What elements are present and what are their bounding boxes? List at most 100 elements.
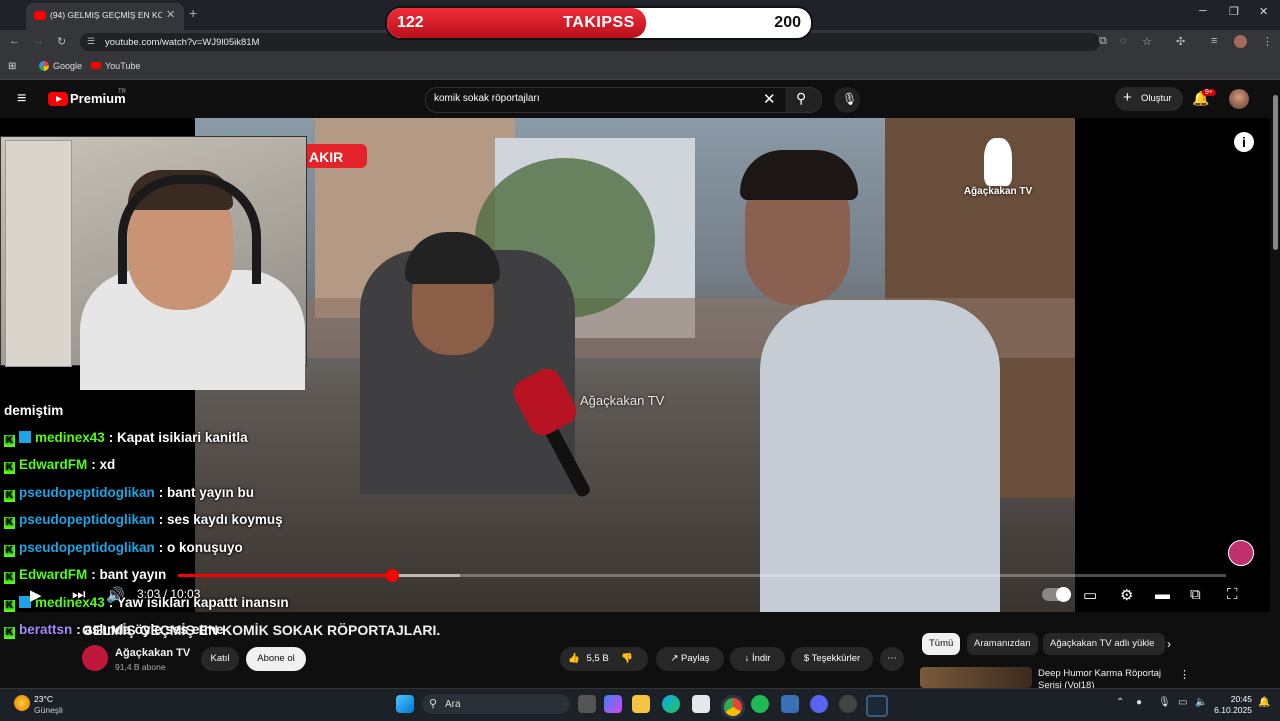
- play-icon[interactable]: ▶: [30, 586, 42, 604]
- edge-browser-icon[interactable]: [662, 695, 680, 713]
- file-explorer-icon[interactable]: [632, 695, 650, 713]
- menu-dots-icon[interactable]: ⋮: [1262, 35, 1273, 48]
- account-avatar[interactable]: [1229, 89, 1249, 109]
- subtitles-icon[interactable]: ▭: [1083, 586, 1097, 604]
- bookmark-google[interactable]: Google: [53, 61, 82, 71]
- chip-channel-uploads[interactable]: Ağaçkakan TV adlı yükle: [1043, 633, 1165, 655]
- hamburger-menu-icon[interactable]: ≡: [17, 90, 26, 108]
- youtube-logo-icon[interactable]: [48, 92, 68, 106]
- channel-name[interactable]: Ağaçkakan TV: [115, 647, 190, 659]
- reading-list-icon[interactable]: ≡: [1211, 35, 1217, 47]
- settings-gear-icon[interactable]: ⚙: [1120, 586, 1133, 604]
- eye-off-icon[interactable]: ◌: [1120, 35, 1127, 47]
- info-icon[interactable]: i: [1234, 132, 1254, 152]
- video-progress-bar[interactable]: [178, 569, 1226, 582]
- reload-icon[interactable]: ↻: [57, 35, 66, 48]
- recommendation-menu-icon[interactable]: ⋮: [1179, 668, 1190, 681]
- channel-branding-avatar[interactable]: [1228, 540, 1254, 566]
- tray-mic-icon[interactable]: 🎙: [1158, 697, 1171, 708]
- tray-chevron-icon[interactable]: ⌃: [1116, 697, 1124, 708]
- subscriber-count: 91,4 B abone: [115, 662, 166, 672]
- obs-icon[interactable]: [839, 695, 857, 713]
- discord-icon[interactable]: [810, 695, 828, 713]
- task-view-icon[interactable]: [578, 695, 596, 713]
- app-icon[interactable]: [781, 695, 799, 713]
- chat-message: Kpseudopeptidoglikan: ses kaydı koymuş: [4, 512, 283, 529]
- thanks-button[interactable]: $ Teşekkürler: [791, 647, 873, 671]
- weather-temperature: 23°C: [34, 694, 53, 704]
- windows-start-icon[interactable]: [396, 695, 414, 713]
- apps-grid-icon[interactable]: ⊞: [8, 61, 16, 72]
- download-button[interactable]: ↓ İndir: [730, 647, 785, 671]
- weather-sun-icon[interactable]: [14, 695, 30, 711]
- spotify-icon[interactable]: [751, 695, 769, 713]
- share-button[interactable]: ↗ Paylaş: [656, 647, 724, 671]
- kick-badge-icon: K: [4, 572, 15, 584]
- chrome-icon[interactable]: [721, 695, 745, 719]
- chat-username: EdwardFM: [19, 457, 88, 472]
- notification-center-icon[interactable]: 🔔: [1258, 697, 1270, 708]
- channel-watermark[interactable]: Ağaçkakan TV: [958, 138, 1038, 197]
- recommendation-thumbnail[interactable]: [920, 667, 1032, 688]
- chip-all[interactable]: Tümü: [922, 633, 961, 655]
- next-video-icon[interactable]: ⏭: [72, 586, 86, 603]
- maximize-icon[interactable]: ❐: [1229, 5, 1239, 18]
- share-label: Paylaş: [681, 653, 710, 664]
- follower-goal-target: 200: [774, 14, 801, 31]
- name-tag-text: AKIR: [309, 149, 344, 165]
- voice-search-button[interactable]: 🎙: [834, 87, 860, 113]
- like-icon[interactable]: 👍: [568, 653, 580, 664]
- kick-badge-icon: K: [4, 600, 15, 612]
- cast-icon[interactable]: ⧉: [1190, 586, 1201, 603]
- taskbar-search-icon: ⚲: [429, 698, 438, 710]
- search-button[interactable]: ⚲: [786, 87, 822, 113]
- clear-search-icon[interactable]: ✕: [763, 90, 776, 108]
- close-tab-icon[interactable]: ✕: [166, 8, 175, 21]
- like-dislike-group[interactable]: 👍 5,5 B 👎: [560, 647, 648, 671]
- scrollbar-thumb[interactable]: [1273, 95, 1278, 250]
- tray-app-icon[interactable]: ●: [1136, 697, 1142, 708]
- subscribe-button[interactable]: Abone ol: [246, 647, 306, 671]
- channel-watermark-text: Ağaçkakan TV: [963, 186, 1033, 197]
- plus-icon: +: [1123, 89, 1132, 106]
- chat-message: K EdwardFM: bant yayın: [4, 567, 166, 584]
- new-tab-icon[interactable]: +: [189, 5, 197, 21]
- extensions-icon[interactable]: ✣: [1176, 35, 1185, 48]
- taskbar-clock[interactable]: 20:45: [1216, 694, 1252, 704]
- webcam-background-door: [5, 140, 72, 367]
- scrubber-handle[interactable]: [385, 569, 399, 582]
- install-icon[interactable]: ⧉: [1099, 35, 1107, 48]
- chip-from-search[interactable]: Aramanızdan: [967, 633, 1038, 655]
- site-info-icon[interactable]: ☰: [87, 36, 95, 47]
- search-query: komik sokak röportajları: [434, 93, 540, 104]
- theater-mode-icon[interactable]: ▬: [1155, 586, 1170, 603]
- join-button[interactable]: Katıl: [201, 647, 239, 671]
- share-icon: ↗: [670, 653, 679, 664]
- chat-message: Kpseudopeptidoglikan: bant yayın bu: [4, 485, 254, 502]
- channel-avatar[interactable]: [82, 645, 108, 671]
- copilot-icon[interactable]: [604, 695, 622, 713]
- fullscreen-icon[interactable]: ⛶: [1227, 586, 1238, 603]
- minimize-icon[interactable]: ─: [1199, 5, 1207, 17]
- profile-avatar-icon[interactable]: [1234, 35, 1247, 48]
- volume-icon[interactable]: 🔊: [106, 586, 125, 604]
- bookmark-star-icon[interactable]: ☆: [1142, 35, 1152, 48]
- browser-tab-active[interactable]: (94) GELMIŞ GEÇMİŞ EN KOMİK ✕: [26, 3, 184, 30]
- forward-icon[interactable]: →: [33, 35, 44, 47]
- chat-message: demiştim: [4, 403, 63, 418]
- interviewer-hair: [740, 150, 858, 200]
- speaker-icon[interactable]: 🔈: [1195, 697, 1207, 708]
- autoplay-toggle[interactable]: [1042, 587, 1071, 602]
- network-icon[interactable]: ▭: [1178, 697, 1187, 708]
- dislike-icon[interactable]: 👎: [621, 653, 633, 664]
- time-current: 3:03: [137, 587, 161, 601]
- google-logo-icon: [39, 61, 49, 71]
- steam-icon[interactable]: [866, 695, 888, 717]
- store-icon[interactable]: [692, 695, 710, 713]
- back-icon[interactable]: ←: [9, 35, 20, 47]
- taskbar-date[interactable]: 6.10.2025: [1210, 705, 1252, 715]
- close-window-icon[interactable]: ✕: [1259, 5, 1268, 18]
- bookmark-youtube[interactable]: YouTube: [105, 61, 140, 71]
- chevron-right-icon[interactable]: ›: [1167, 637, 1171, 651]
- more-actions-icon[interactable]: ⋯: [880, 647, 904, 671]
